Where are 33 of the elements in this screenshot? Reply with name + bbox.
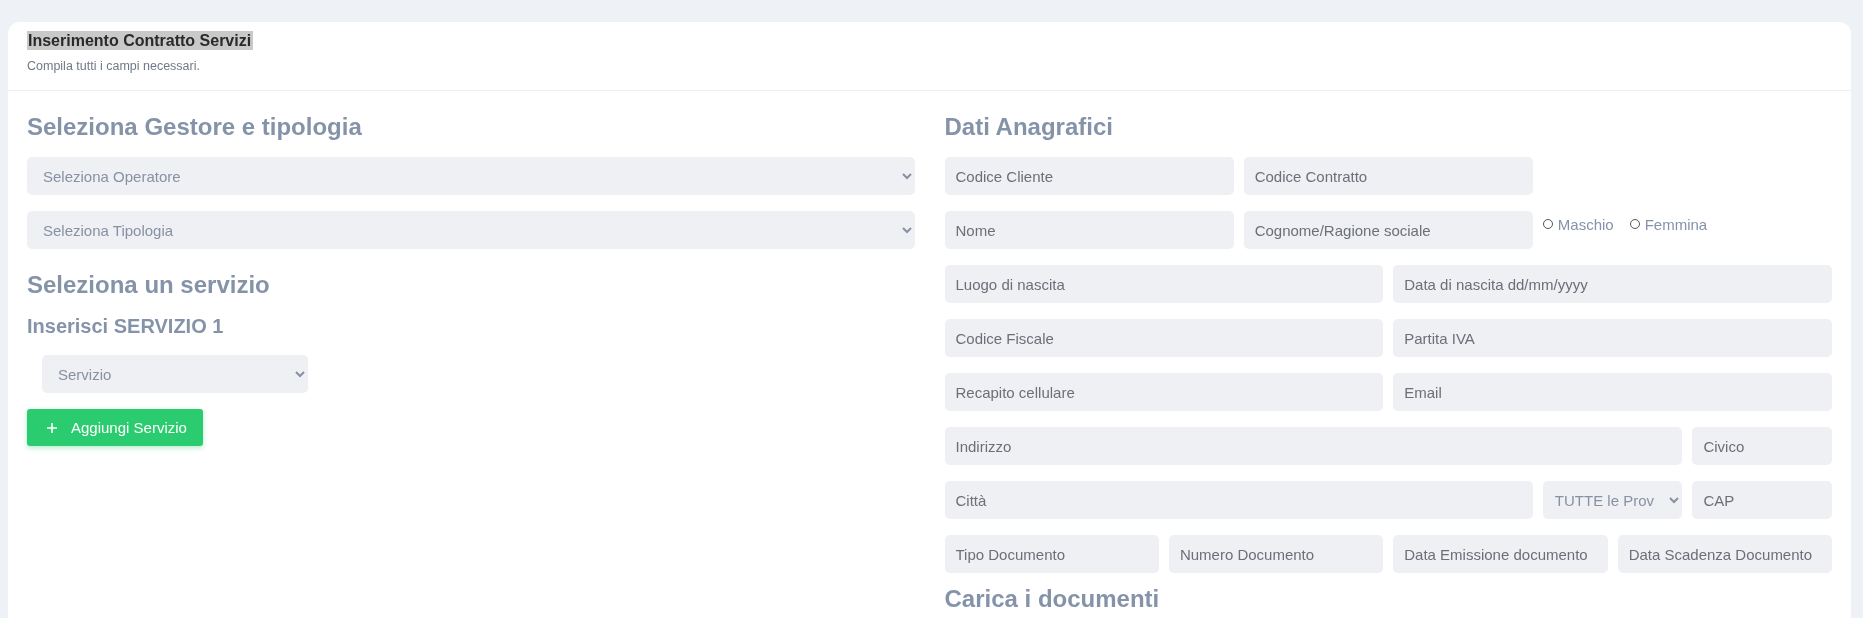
input-field[interactable]: Data Scadenza Documento xyxy=(1617,535,1832,573)
dropdown-select[interactable]: Seleziona Tipologia xyxy=(27,211,915,249)
input-field[interactable]: Codice Fiscale xyxy=(944,319,1384,357)
service-select[interactable]: Servizio xyxy=(42,355,308,393)
input-field[interactable]: Tipo Documento xyxy=(944,535,1159,573)
page-title: Inserimento Contratto Servizi xyxy=(27,31,254,50)
section-heading: Seleziona Gestore e tipologia xyxy=(27,112,363,142)
dropdown-select[interactable]: TUTTE le Prov xyxy=(1542,481,1683,519)
add-service-button[interactable]: Aggiungi Servizio xyxy=(27,409,203,446)
section-heading: Seleziona un servizio xyxy=(27,270,271,300)
input-field[interactable]: Luogo di nascita xyxy=(944,265,1384,303)
input-field[interactable]: Email xyxy=(1393,373,1832,411)
input-field[interactable]: Città xyxy=(944,481,1533,519)
input-field[interactable]: Data Emissione documento xyxy=(1393,535,1608,573)
input-field[interactable]: Cognome/Ragione sociale xyxy=(1243,211,1533,249)
subsection-heading: Inserisci SERVIZIO 1 xyxy=(27,314,225,339)
radio-option[interactable]: Maschio xyxy=(1542,214,1614,234)
input-field[interactable]: Indirizzo xyxy=(944,427,1683,465)
input-field[interactable]: Nome xyxy=(944,211,1234,249)
input-field[interactable]: Recapito cellulare xyxy=(944,373,1384,411)
input-field[interactable]: Codice Cliente xyxy=(944,157,1234,195)
input-field[interactable]: CAP xyxy=(1692,481,1832,519)
section-heading: Dati Anagrafici xyxy=(944,112,1114,142)
input-field[interactable]: Civico xyxy=(1692,427,1832,465)
plus-icon xyxy=(47,422,57,433)
dropdown-select[interactable]: Seleziona Operatore xyxy=(27,157,915,195)
input-field[interactable]: Partita IVA xyxy=(1393,319,1832,357)
section-heading: Carica i documenti xyxy=(944,584,1161,614)
input-field[interactable]: Codice Contratto xyxy=(1243,157,1533,195)
page-subtitle: Compila tutti i campi necessari. xyxy=(27,59,201,73)
radio-option[interactable]: Femmina xyxy=(1629,214,1708,234)
input-field[interactable]: Data di nascita dd/mm/yyyy xyxy=(1393,265,1832,303)
input-field[interactable]: Numero Documento xyxy=(1168,535,1384,573)
